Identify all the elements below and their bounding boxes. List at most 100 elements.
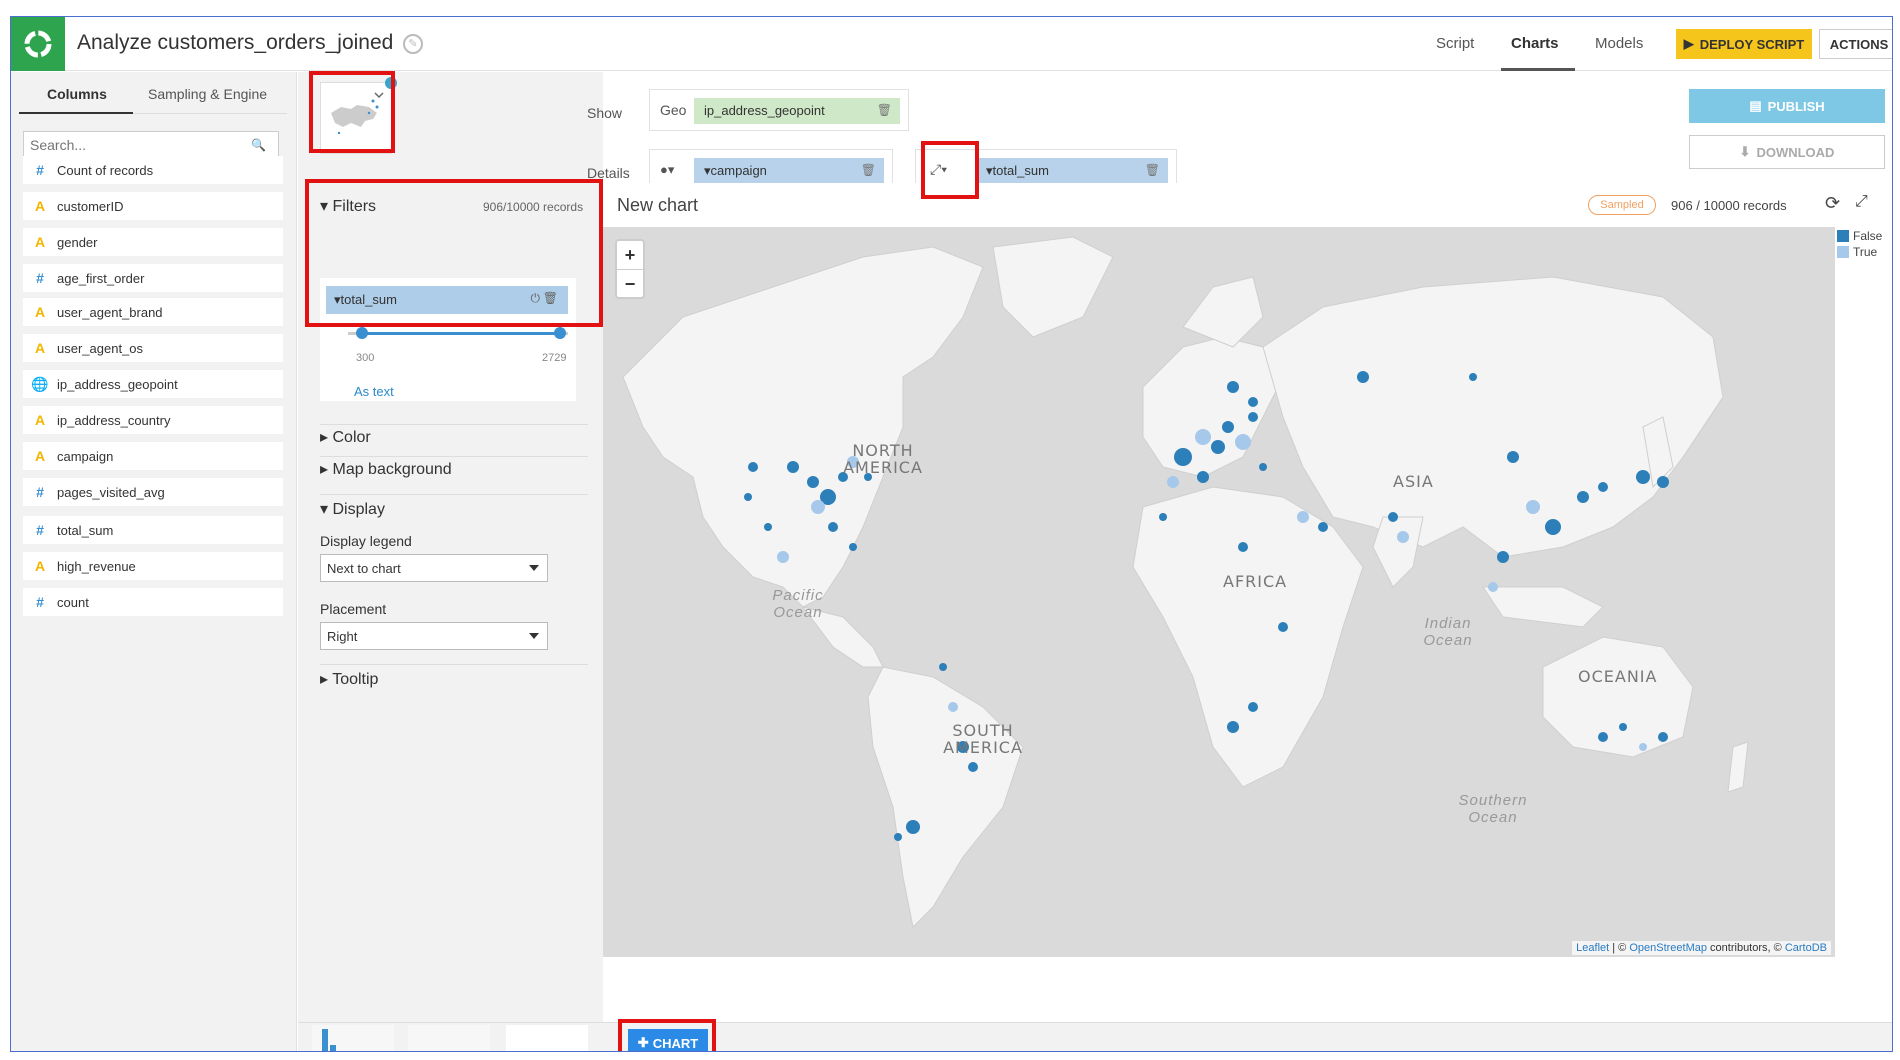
greenland-landmass bbox=[992, 236, 1114, 338]
column-item[interactable]: Aip_address_country bbox=[23, 406, 283, 434]
divider bbox=[320, 494, 588, 495]
column-name: age_first_order bbox=[57, 270, 145, 286]
download-button[interactable]: ⬇ DOWNLOAD bbox=[1689, 135, 1885, 169]
tab-script[interactable]: Script bbox=[1436, 35, 1474, 52]
leaflet-link[interactable]: Leaflet bbox=[1576, 942, 1609, 954]
legend-item-true[interactable]: True bbox=[1837, 245, 1892, 259]
map-point bbox=[828, 522, 838, 532]
tab-columns[interactable]: Columns bbox=[47, 86, 107, 102]
show-label: Show bbox=[587, 105, 623, 121]
legend-swatch bbox=[1837, 230, 1849, 242]
dropdown-caret-icon bbox=[529, 633, 539, 639]
chart-tabs-bar bbox=[298, 1022, 1892, 1051]
legend-item-false[interactable]: False bbox=[1837, 229, 1892, 243]
page-title: Analyze customers_orders_joined bbox=[77, 31, 394, 54]
column-item[interactable]: # pages_visited_avg bbox=[23, 478, 283, 506]
highlight-box-chart-type bbox=[309, 71, 395, 153]
as-text-link[interactable]: As text bbox=[354, 384, 394, 399]
map-point bbox=[811, 500, 825, 514]
map-attribution: Leaflet | © OpenStreetMap contributors, … bbox=[1572, 941, 1831, 955]
actions-button[interactable]: ACTIONS bbox=[1819, 29, 1892, 59]
column-item[interactable]: # Count of records bbox=[23, 156, 283, 184]
tooltip-section-header[interactable]: ▸ Tooltip bbox=[320, 669, 378, 689]
column-search-input[interactable] bbox=[23, 131, 279, 159]
new-zealand-landmass bbox=[1727, 741, 1749, 793]
openstreetmap-link[interactable]: OpenStreetMap bbox=[1629, 942, 1707, 954]
color-drop-icon[interactable]: ●▾ bbox=[660, 162, 674, 178]
column-item[interactable]: AcustomerID bbox=[23, 192, 283, 220]
south-america-landmass bbox=[867, 666, 1024, 929]
column-item[interactable]: Auser_agent_brand bbox=[23, 298, 283, 326]
chart-title[interactable]: New chart bbox=[617, 195, 698, 216]
column-item[interactable]: Ahigh_revenue bbox=[23, 552, 283, 580]
size-field-name: total_sum bbox=[992, 163, 1049, 178]
map-point bbox=[1497, 551, 1509, 563]
slider-min-handle[interactable] bbox=[356, 327, 368, 339]
chart-legend: False True bbox=[1837, 229, 1892, 261]
download-label: DOWNLOAD bbox=[1756, 144, 1835, 160]
chart-tab-bar-chart[interactable] bbox=[312, 1025, 394, 1051]
map-background-section-header[interactable]: ▸ Map background bbox=[320, 459, 452, 479]
top-header: Analyze customers_orders_joined ✎ Script… bbox=[11, 17, 1892, 71]
display-legend-value: Next to chart bbox=[327, 561, 401, 576]
trash-icon[interactable]: 🗑 bbox=[877, 103, 892, 117]
map-point bbox=[1159, 513, 1167, 521]
map-point bbox=[849, 543, 857, 551]
deploy-script-button[interactable]: ▶ DEPLOY SCRIPT bbox=[1676, 29, 1812, 59]
column-name: campaign bbox=[57, 448, 114, 464]
display-section-header[interactable]: ▾ Display bbox=[320, 499, 385, 519]
display-legend-select[interactable]: Next to chart bbox=[320, 554, 548, 582]
tab-charts[interactable]: Charts bbox=[1511, 35, 1559, 52]
slider-max-handle[interactable] bbox=[554, 327, 566, 339]
map-point bbox=[1195, 429, 1211, 445]
app-logo[interactable] bbox=[11, 17, 65, 71]
column-item[interactable]: 🌐 ip_address_geopoint bbox=[23, 370, 283, 398]
column-item[interactable]: # count bbox=[23, 588, 283, 616]
zoom-out-button[interactable]: − bbox=[617, 269, 643, 297]
column-name: pages_visited_avg bbox=[57, 484, 165, 500]
color-field-pill[interactable]: ▾campaign 🗑 bbox=[694, 158, 884, 184]
chart-tab-geo-chart[interactable] bbox=[506, 1025, 588, 1051]
expand-icon[interactable]: ⤢ bbox=[1855, 193, 1868, 211]
trash-icon[interactable]: 🗑 bbox=[861, 163, 876, 177]
geo-field-pill[interactable]: ip_address_geopoint 🗑 bbox=[694, 98, 900, 124]
column-item[interactable]: Agender bbox=[23, 228, 283, 256]
map-point bbox=[1248, 412, 1258, 422]
column-item[interactable]: # age_first_order bbox=[23, 264, 283, 292]
column-name: user_agent_brand bbox=[57, 304, 163, 320]
column-item[interactable]: Auser_agent_os bbox=[23, 334, 283, 362]
edit-title-icon[interactable]: ✎ bbox=[403, 34, 423, 54]
australia-landmass bbox=[1542, 636, 1694, 758]
southeast-asia-islands bbox=[1482, 586, 1604, 628]
map-point bbox=[939, 663, 947, 671]
size-field-pill[interactable]: ▾total_sum 🗑 bbox=[976, 158, 1168, 184]
refresh-icon[interactable]: ⟳ bbox=[1825, 193, 1840, 214]
label-south-america: SOUTH AMERICA bbox=[943, 721, 1023, 757]
column-item[interactable]: Acampaign bbox=[23, 442, 283, 470]
slider-range bbox=[362, 332, 560, 335]
tab-sampling-engine[interactable]: Sampling & Engine bbox=[148, 86, 267, 102]
column-name: total_sum bbox=[57, 522, 114, 538]
map-point bbox=[1211, 440, 1225, 454]
map-point bbox=[807, 476, 819, 488]
geo-label: Geo bbox=[660, 102, 687, 118]
label-asia: ASIA bbox=[1393, 472, 1434, 491]
text-type-icon: A bbox=[34, 234, 46, 250]
column-item[interactable]: # total_sum bbox=[23, 516, 283, 544]
slider-max-value: 2729 bbox=[542, 352, 567, 364]
publish-button[interactable]: ▤ PUBLISH bbox=[1689, 89, 1885, 123]
cartodb-link[interactable]: CartoDB bbox=[1785, 942, 1827, 954]
placement-select[interactable]: Right bbox=[320, 622, 548, 650]
zoom-control: + − bbox=[615, 239, 645, 299]
trash-icon[interactable]: 🗑 bbox=[1145, 163, 1160, 177]
column-name: ip_address_geopoint bbox=[57, 376, 178, 392]
north-america-landmass bbox=[622, 246, 984, 608]
map-view[interactable]: + − NORTH AMERICA SOUTH AMERICA ASIA AFR… bbox=[603, 227, 1835, 957]
color-section-header[interactable]: ▸ Color bbox=[320, 427, 371, 447]
map-point bbox=[1248, 397, 1258, 407]
numeric-type-icon: # bbox=[36, 270, 44, 286]
tab-models[interactable]: Models bbox=[1595, 35, 1643, 52]
zoom-in-button[interactable]: + bbox=[617, 241, 643, 269]
chart-tab-scatter-chart[interactable] bbox=[408, 1025, 490, 1051]
columns-panel: Columns Sampling & Engine 🔍 # Count of re… bbox=[11, 72, 297, 1051]
